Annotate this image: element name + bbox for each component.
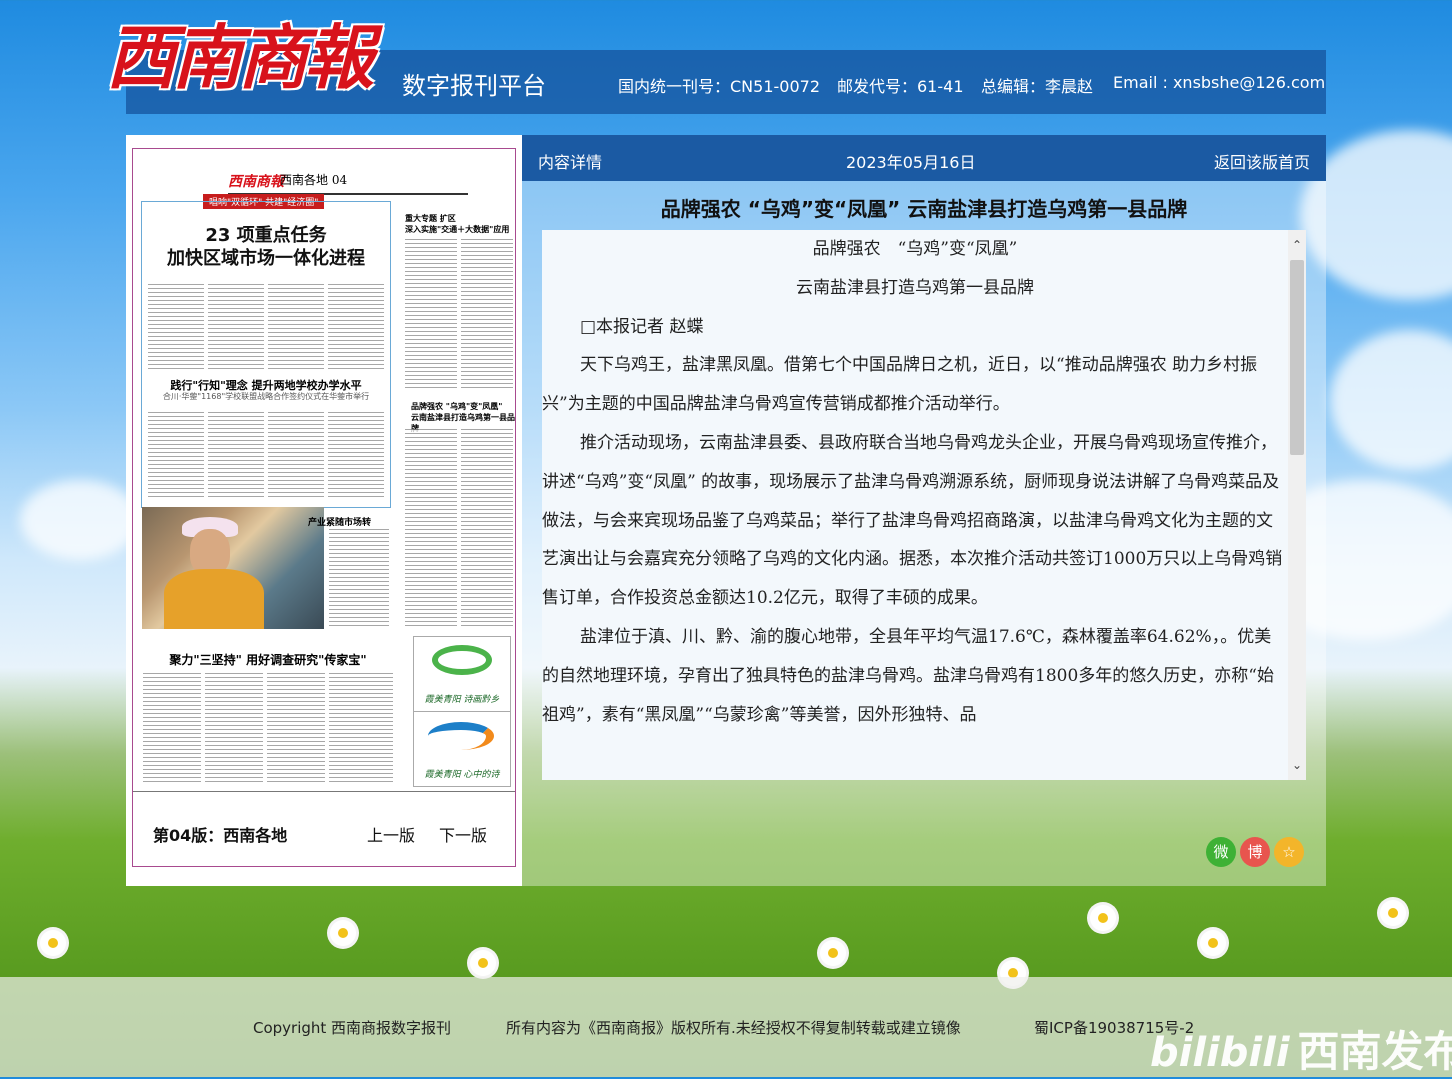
news-photo[interactable] [142,507,324,629]
ad-1-text: 霞美青阳 诗画黔乡 [424,695,500,705]
article-line-2: 云南盐津县打造乌鸡第一县品牌 [796,277,1034,298]
cloud [20,480,140,560]
article-title: 品牌强农 “乌鸡”变“凤凰” 云南盐津县打造乌鸡第一县品牌 [660,197,1188,221]
daisy-decoration [820,940,846,966]
article-line-1: 品牌强农 “乌鸡”变“凤凰” [812,239,1018,259]
footer-copyright: Copyright 西南商报数字报刊 [253,1019,452,1037]
bottom-text-block [143,673,201,785]
secondary-text-block [328,412,384,500]
weibo-share-icon[interactable]: 博 [1240,837,1270,867]
issn-number: 国内统一刊号：CN51-0072 [618,77,820,96]
right-text-block [461,239,513,389]
photo-story-text-block [329,529,389,629]
secondary-text-block [208,412,264,500]
page-masthead-logo: 西南商報 [228,174,284,190]
site-logo[interactable]: 西南商報 [106,10,396,105]
watermark-text: 西南发布 [1297,1027,1452,1076]
newspaper-page-image[interactable]: 西南商報 西南各地 04 唱响"双循环" 共建"经济圈" 23 项重点任务 加快… [132,148,516,867]
photo-figure-body [164,569,264,629]
bilibili-logo-icon: bilibili [1150,1030,1290,1076]
right-text-block [461,429,513,629]
article-header-bar: 内容详情 2023年05月16日 返回该版首页 [522,135,1326,181]
daisy-decoration [40,930,66,956]
article-paragraph-3: 盐津位于滇、川、黔、渝的腹心地带，全县年平均气温17.6℃，森林覆盖率64.62… [542,626,1274,725]
platform-name: 数字报刊平台 [402,72,546,100]
page-masthead: 西南商報 西南各地 04 [228,169,468,195]
postal-code: 邮发代号：61-41 [837,77,964,96]
secondary-text-block [268,412,324,500]
lead-text-block [268,284,324,372]
article-content-box[interactable]: 品牌强农 “乌鸡”变“凤凰” 云南盐津县打造乌鸡第一县品牌 □本报记者 赵蝶 天… [542,230,1306,780]
article-panel: 内容详情 2023年05月16日 返回该版首页 品牌强农 “乌鸡”变“凤凰” 云… [522,135,1326,886]
bottom-text-block [205,673,263,785]
ad-logo-icon [428,722,494,750]
prev-page-button[interactable]: 上一版 [367,822,415,846]
right-text-block [405,429,457,629]
ad-logo-icon [432,645,492,675]
photo-story-headline: 产业紧随市场转 [308,518,372,528]
ad-2-text: 霞美青阳 心中的诗 [424,770,500,780]
page-navigation: 第04版：西南各地 上一版 下一版 [133,791,515,866]
next-page-button[interactable]: 下一版 [439,822,487,846]
right-column-headline: 重大专题 扩区 深入实施"交通＋大数据"应用 [405,214,510,234]
lead-story-block[interactable]: 23 项重点任务 加快区域市场一体化进程 践行"行知"理念 提升两地学校办学水平… [141,201,391,508]
issue-date: 2023年05月16日 [846,153,976,172]
bottom-story-headline: 聚力"三坚持" 用好调查研究"传家宝" [169,653,367,667]
daisy-decoration [330,920,356,946]
secondary-text-block [148,412,204,500]
bottom-text-block [329,673,393,785]
scroll-down-arrow-icon[interactable]: ⌄ [1288,756,1306,774]
bottom-text-block [267,673,325,785]
article-scrollbar[interactable]: ⌃ ⌄ [1288,230,1306,780]
wechat-share-icon[interactable]: 微 [1206,837,1236,867]
newspaper-page-panel: 西南商報 西南各地 04 唱响"双循环" 共建"经济圈" 23 项重点任务 加快… [126,135,522,886]
content-detail-label: 内容详情 [538,153,603,172]
right-text-block [405,239,457,389]
advertisement-2[interactable]: 霞美青阳 心中的诗 [413,711,511,787]
advertisement-1[interactable]: 霞美青阳 诗画黔乡 [413,636,511,712]
watermark: bilibili 西南发布 [1150,1018,1452,1079]
page-section-title: 西南各地 04 [280,173,348,187]
scroll-up-arrow-icon[interactable]: ⌃ [1288,236,1306,254]
article-byline: □本报记者 赵蝶 [580,316,704,337]
cloud [1330,330,1452,470]
daisy-decoration [470,950,496,976]
daisy-decoration [1200,930,1226,956]
article-paragraph-2: 推介活动现场，云南盐津县委、县政府联合当地乌骨鸡龙头企业，开展乌骨鸡现场宣传推介… [542,432,1283,609]
favorite-star-icon[interactable]: ☆ [1274,837,1304,867]
secondary-caption: 合川·华蓥"1168"学校联盟战略合作签约仪式在华蓥市举行 [162,392,370,401]
chief-editor: 总编辑：李晨赵 [981,77,1094,96]
lead-text-block [148,284,204,372]
article-paragraph-1: 天下乌鸡王，盐津黑凤凰。借第七个中国品牌日之机，近日，以“推动品牌强农 助力乡村… [542,355,1258,415]
daisy-decoration [1380,900,1406,926]
back-to-page-link[interactable]: 返回该版首页 [1214,149,1310,173]
page-label: 第04版：西南各地 [153,826,288,845]
article-body: 品牌强农 “乌鸡”变“凤凰” 云南盐津县打造乌鸡第一县品牌 □本报记者 赵蝶 天… [542,230,1288,734]
daisy-decoration [1090,905,1116,931]
lead-text-block [208,284,264,372]
lead-headline: 23 项重点任务 加快区域市场一体化进程 [167,225,365,269]
scrollbar-thumb[interactable] [1290,260,1304,455]
lead-text-block [328,284,384,372]
footer-rights: 所有内容为《西南商报》版权所有.未经授权不得复制转载或建立镜像 [506,1019,961,1037]
contact-email[interactable]: Email : xnsbshe@126.com [1113,73,1325,92]
